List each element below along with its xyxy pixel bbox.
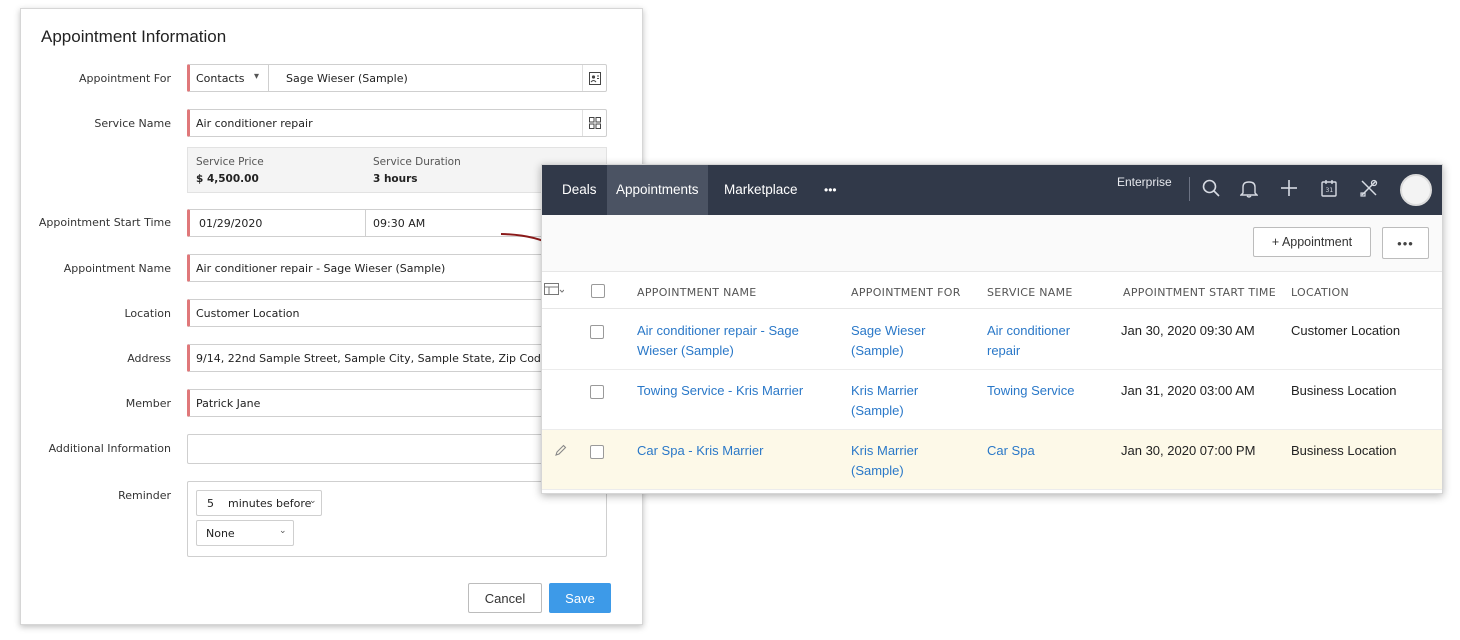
reminder-time-select[interactable]: 5 minutes before ⌄ xyxy=(196,490,322,516)
nav-more[interactable]: ••• xyxy=(815,165,846,215)
appointment-for-link[interactable]: Kris Marrier (Sample) xyxy=(851,381,918,421)
service-name-value[interactable]: Air conditioner repair xyxy=(196,117,313,130)
appointment-for-module[interactable]: Contacts xyxy=(196,72,245,85)
contact-lookup-icon[interactable] xyxy=(582,65,606,91)
reminder-amount: 5 xyxy=(207,497,214,510)
service-name-label: Service Name xyxy=(94,117,171,130)
chevron-down-icon: ⌄ xyxy=(279,526,287,536)
plus-icon[interactable] xyxy=(1278,177,1300,199)
table-row[interactable]: Towing Service - Kris Marrier Kris Marri… xyxy=(542,370,1442,430)
appointment-for-field[interactable]: Contacts ▾ Sage Wieser (Sample) xyxy=(187,64,607,92)
address-label: Address xyxy=(127,352,171,365)
location-cell: Business Location xyxy=(1291,443,1397,458)
member-label: Member xyxy=(125,397,171,410)
service-price-label: Service Price xyxy=(196,156,264,168)
row-checkbox[interactable] xyxy=(590,445,604,459)
start-time-cell: Jan 30, 2020 09:30 AM xyxy=(1121,323,1255,338)
service-name-link[interactable]: Towing Service xyxy=(987,381,1074,401)
calendar-icon[interactable]: 31 xyxy=(1318,177,1340,199)
reminder-label: Reminder xyxy=(118,489,171,502)
start-time-label: Appointment Start Time xyxy=(38,216,171,229)
pencil-icon[interactable] xyxy=(554,444,567,462)
add-appointment-button[interactable]: + Appointment xyxy=(1253,227,1371,257)
address-value: 9/14, 22nd Sample Street, Sample City, S… xyxy=(196,352,552,365)
nav-marketplace[interactable]: Marketplace xyxy=(715,165,807,215)
start-time-input[interactable]: 09:30 AM xyxy=(373,217,425,230)
bell-icon[interactable] xyxy=(1238,177,1260,199)
table-row[interactable]: Air conditioner repair - Sage Wieser (Sam… xyxy=(542,310,1442,370)
row-checkbox[interactable] xyxy=(590,385,604,399)
additional-info-label: Additional Information xyxy=(48,442,171,455)
appointments-list-panel: Deals Appointments Marketplace ••• Enter… xyxy=(541,164,1443,494)
top-nav-bar: Deals Appointments Marketplace ••• Enter… xyxy=(542,165,1442,215)
service-name-link[interactable]: Car Spa xyxy=(987,441,1035,461)
location-value: Customer Location xyxy=(196,307,300,320)
row-checkbox[interactable] xyxy=(590,325,604,339)
column-header[interactable]: APPOINTMENT START TIME xyxy=(1123,286,1276,299)
location-cell: Customer Location xyxy=(1291,323,1401,338)
location-label: Location xyxy=(124,307,171,320)
appointment-name-label: Appointment Name xyxy=(63,262,171,275)
column-settings-icon[interactable] xyxy=(544,283,565,302)
appointment-for-value[interactable]: Sage Wieser (Sample) xyxy=(286,72,408,85)
appointment-for-link[interactable]: Kris Marrier (Sample) xyxy=(851,441,918,481)
topbar-divider xyxy=(1189,177,1190,201)
service-name-field[interactable]: Air conditioner repair xyxy=(187,109,607,137)
tools-icon[interactable] xyxy=(1358,177,1380,199)
location-cell: Business Location xyxy=(1291,383,1397,398)
svg-text:31: 31 xyxy=(1326,187,1334,194)
column-header[interactable]: LOCATION xyxy=(1291,286,1349,299)
service-duration-value: 3 hours xyxy=(373,173,418,185)
column-header[interactable]: SERVICE NAME xyxy=(987,286,1073,299)
cancel-button[interactable]: Cancel xyxy=(468,583,542,613)
appointment-name-link[interactable]: Towing Service - Kris Marrier xyxy=(637,381,803,401)
start-time-cell: Jan 30, 2020 07:00 PM xyxy=(1121,443,1256,458)
service-lookup-icon[interactable] xyxy=(582,110,606,136)
reminder-second-value: None xyxy=(206,527,235,540)
appointment-name-link[interactable]: Car Spa - Kris Marrier xyxy=(637,441,763,461)
appointment-name-value: Air conditioner repair - Sage Wieser (Sa… xyxy=(196,262,446,275)
search-icon[interactable] xyxy=(1200,177,1222,199)
reminder-unit: minutes before xyxy=(228,497,312,510)
appointment-for-label: Appointment For xyxy=(78,72,171,85)
nav-appointments[interactable]: Appointments xyxy=(607,165,708,215)
select-all-checkbox[interactable] xyxy=(591,284,605,298)
service-name-link[interactable]: Air conditioner repair xyxy=(987,321,1070,361)
chevron-down-icon: ⌄ xyxy=(309,496,317,506)
column-header[interactable]: APPOINTMENT NAME xyxy=(637,286,757,299)
start-date-input[interactable]: 01/29/2020 xyxy=(199,217,262,230)
service-duration-label: Service Duration xyxy=(373,156,461,168)
save-button[interactable]: Save xyxy=(549,583,611,613)
nav-deals[interactable]: Deals xyxy=(553,165,606,215)
edition-label[interactable]: Enterprise xyxy=(1117,175,1172,189)
column-header[interactable]: APPOINTMENT FOR xyxy=(851,286,961,299)
table-row[interactable]: Car Spa - Kris Marrier Kris Marrier (Samp… xyxy=(542,430,1442,490)
reminder-second-select[interactable]: None ⌄ xyxy=(196,520,294,546)
avatar[interactable] xyxy=(1400,174,1432,206)
start-time-cell: Jan 31, 2020 03:00 AM xyxy=(1121,383,1255,398)
service-price-value: $ 4,500.00 xyxy=(196,173,259,185)
table-header: APPOINTMENT NAME APPOINTMENT FOR SERVICE… xyxy=(542,271,1442,309)
appointment-name-link[interactable]: Air conditioner repair - Sage Wieser (Sam… xyxy=(637,321,799,361)
more-actions-button[interactable]: ••• xyxy=(1382,227,1429,259)
chevron-down-icon[interactable]: ▾ xyxy=(254,71,259,82)
form-title: Appointment Information xyxy=(41,27,227,46)
appointment-for-link[interactable]: Sage Wieser (Sample) xyxy=(851,321,925,361)
member-value: Patrick Jane xyxy=(196,397,261,410)
